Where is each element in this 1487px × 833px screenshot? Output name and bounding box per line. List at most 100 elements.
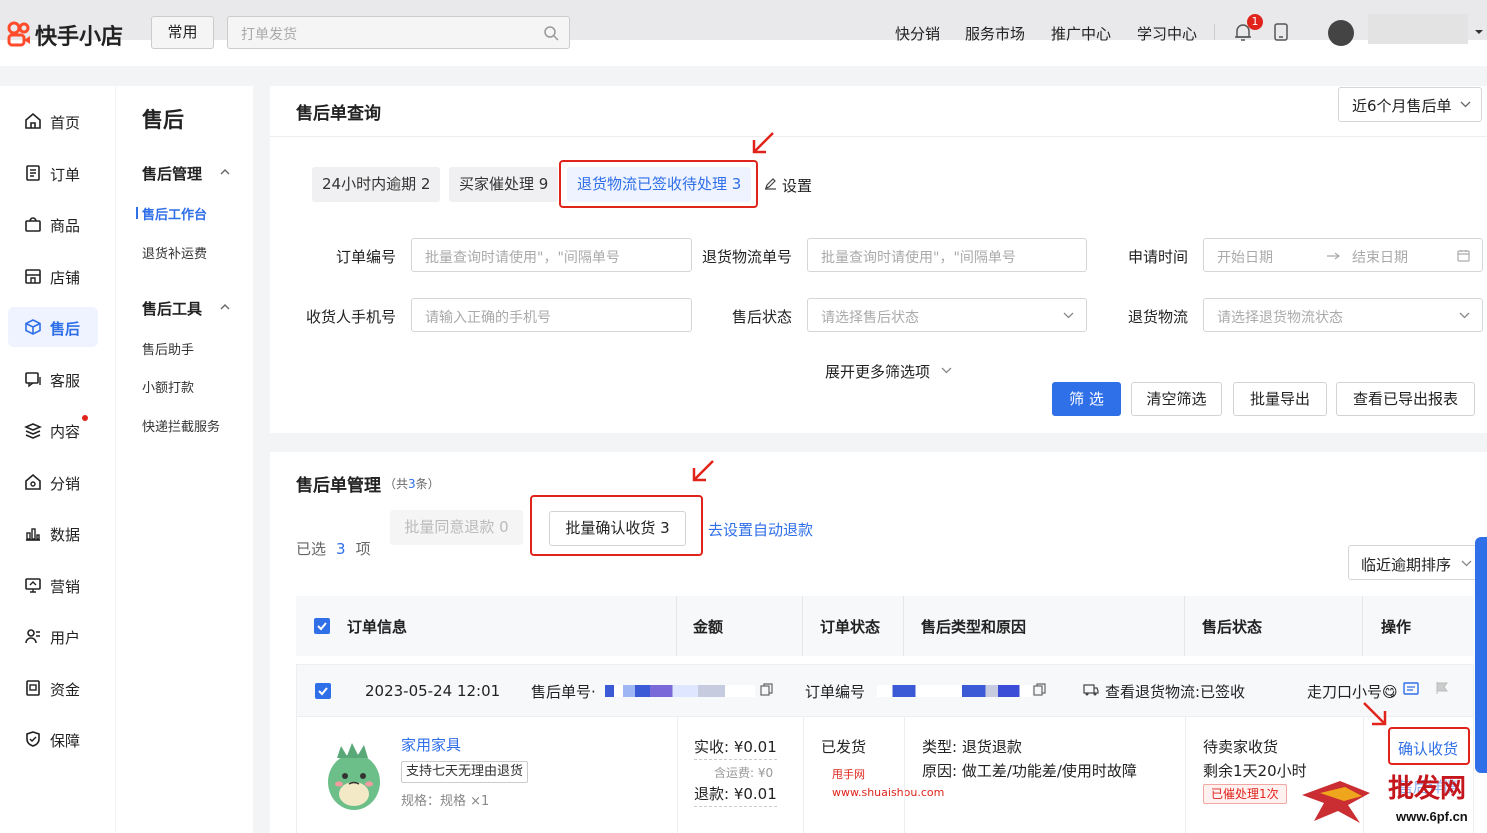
sidebar-item-content[interactable]: 内容: [8, 410, 98, 450]
divider: [270, 136, 1487, 137]
sidebar-item-label: 保障: [50, 732, 81, 750]
blurred-shop-name: [1368, 14, 1468, 44]
highlight-box: [559, 160, 758, 208]
chevron-down-icon: [1460, 101, 1471, 108]
top-bar: 快手小店 常用 打单发货 快分销 服务市场 推广中心 学习中心 1: [0, 0, 1487, 66]
copy-icon[interactable]: [760, 683, 773, 696]
selected-prefix: 已选: [296, 540, 327, 558]
red-arrow-icon: [1361, 700, 1389, 728]
subnav-item-intercept[interactable]: 快递拦截服务: [142, 416, 220, 435]
chevron-down-icon[interactable]: [941, 367, 952, 374]
topnav-fenxiao[interactable]: 快分销: [895, 23, 940, 44]
aftersale-status: 待卖家收货: [1203, 738, 1279, 756]
select-all-checkbox[interactable]: [314, 618, 330, 634]
subnav-item-assistant[interactable]: 售后助手: [142, 339, 194, 358]
subnav-item-small-pay[interactable]: 小额打款: [142, 377, 194, 396]
subnav-item-workbench[interactable]: 售后工作台: [142, 204, 207, 223]
tag-buyer-urged[interactable]: 买家催处理 9: [449, 167, 559, 202]
return-no-input[interactable]: 批量查询时请使用"，"间隔单号: [807, 238, 1087, 272]
expand-filters-link[interactable]: 展开更多筛选项: [825, 361, 930, 382]
topnav-promotion[interactable]: 推广中心: [1051, 23, 1111, 44]
chat-icon[interactable]: [1403, 682, 1419, 697]
sort-select[interactable]: 临近逾期排序: [1348, 545, 1480, 580]
service-icon: [24, 370, 42, 388]
divider: [803, 716, 804, 833]
divider: [802, 596, 803, 656]
row-date: 2023-05-24 12:01: [365, 682, 501, 700]
view-logistics-link[interactable]: 查看退货物流:已签收: [1105, 681, 1245, 702]
chevron-down-icon: [1461, 560, 1472, 567]
sub-sidebar: 售后 售后管理 售后工作台 退货补运费 售后工具 售后助手 小额打款 快递拦截服…: [116, 86, 253, 833]
product-tag: 支持七天无理由退货: [401, 761, 529, 783]
header-aftersale-status: 售后状态: [1202, 618, 1263, 636]
chevron-down-icon[interactable]: [1474, 28, 1484, 36]
range-select[interactable]: 近6个月售后单: [1338, 87, 1482, 122]
sidebar-item-users[interactable]: 用户: [8, 616, 98, 656]
sidebar-item-store[interactable]: 店铺: [8, 256, 98, 296]
subnav-group-tools[interactable]: 售后工具: [142, 298, 202, 319]
selected-value: 3: [336, 540, 346, 558]
mobile-icon[interactable]: [1274, 23, 1288, 41]
settings-link[interactable]: 设置: [782, 175, 812, 196]
tag-overdue-24h[interactable]: 24小时内逾期 2: [312, 167, 441, 202]
subnav-group-manage[interactable]: 售后管理: [142, 163, 202, 184]
date-range-picker[interactable]: 开始日期 结束日期: [1203, 238, 1483, 272]
app-logo-text[interactable]: 快手小店: [35, 19, 123, 51]
sidebar-item-label: 营销: [50, 578, 81, 596]
divider: [677, 716, 678, 833]
topnav-service-market[interactable]: 服务市场: [965, 23, 1025, 44]
query-title: 售后单查询: [296, 104, 381, 124]
subnav-title: 售后: [142, 108, 184, 132]
search-icon[interactable]: [543, 25, 559, 41]
top-bar-band: [0, 0, 1487, 40]
aftersale-status-select[interactable]: 请选择售后状态: [807, 298, 1087, 332]
order-no-input[interactable]: 批量查询时请使用"，"间隔单号: [411, 238, 692, 272]
count-suffix: 条）: [415, 477, 440, 491]
view-export-button[interactable]: 查看已导出报表: [1336, 382, 1475, 416]
sidebar-item-goods[interactable]: 商品: [8, 204, 98, 244]
remaining-time: 剩余1天20小时: [1203, 762, 1307, 780]
kuaishou-logo-icon: [6, 21, 32, 47]
sidebar-item-funds[interactable]: 资金: [8, 668, 98, 708]
sidebar-item-aftersale[interactable]: 售后: [8, 307, 98, 347]
product-name-link[interactable]: 家用家具: [401, 734, 461, 755]
divider: [904, 716, 905, 833]
query-panel: 售后单查询 近6个月售后单 24小时内逾期 2 买家催处理 9 退货物流已签收待…: [270, 86, 1487, 433]
paid-amount: 实收: ¥0.01: [694, 736, 777, 760]
row-checkbox[interactable]: [315, 683, 331, 699]
subnav-item-freight[interactable]: 退货补运费: [142, 243, 207, 262]
avatar[interactable]: [1328, 20, 1354, 46]
filter-button[interactable]: 筛 选: [1052, 382, 1121, 416]
sidebar-item-marketing[interactable]: 营销: [8, 565, 98, 605]
red-dot-badge: [82, 415, 88, 421]
sidebar-item-orders[interactable]: 订单: [8, 153, 98, 193]
scrollbar-thumb[interactable]: [1475, 537, 1487, 773]
label-return-logistics: 退货物流: [1127, 308, 1188, 326]
manage-count: （共3条）: [384, 475, 440, 492]
batch-export-button[interactable]: 批量导出: [1233, 382, 1327, 416]
topnav-learning[interactable]: 学习中心: [1137, 23, 1197, 44]
product-image[interactable]: [319, 734, 389, 814]
common-button[interactable]: 常用: [151, 16, 214, 49]
phone-input[interactable]: 请输入正确的手机号: [411, 298, 692, 332]
copy-icon[interactable]: [1033, 683, 1046, 696]
top-search-input[interactable]: 打单发货: [227, 16, 570, 49]
auto-refund-link[interactable]: 去设置自动退款: [708, 519, 813, 540]
flag-icon[interactable]: [1435, 681, 1449, 695]
sidebar-item-home[interactable]: 首页: [8, 101, 98, 141]
phone-placeholder: 请输入正确的手机号: [425, 310, 551, 326]
header-amount: 金额: [693, 618, 724, 636]
edit-icon[interactable]: [764, 177, 777, 190]
batch-agree-refund-button[interactable]: 批量同意退款 0: [390, 510, 523, 545]
table-row-header: 2023-05-24 12:01 售后单号· 订单编号 查看退货物流:已签收 走…: [296, 664, 1474, 717]
aftersale-type: 类型: 退货退款: [922, 738, 1022, 756]
chevron-up-icon[interactable]: [220, 303, 230, 310]
chevron-up-icon[interactable]: [220, 168, 230, 175]
sidebar-item-security[interactable]: 保障: [8, 719, 98, 759]
sidebar-item-data[interactable]: 数据: [8, 513, 98, 553]
highlight-box: [1388, 727, 1470, 765]
sidebar-item-service[interactable]: 客服: [8, 359, 98, 399]
sidebar-item-distribution[interactable]: 分销: [8, 462, 98, 502]
clear-filter-button[interactable]: 清空筛选: [1131, 382, 1222, 416]
return-logistics-select[interactable]: 请选择退货物流状态: [1203, 298, 1483, 332]
